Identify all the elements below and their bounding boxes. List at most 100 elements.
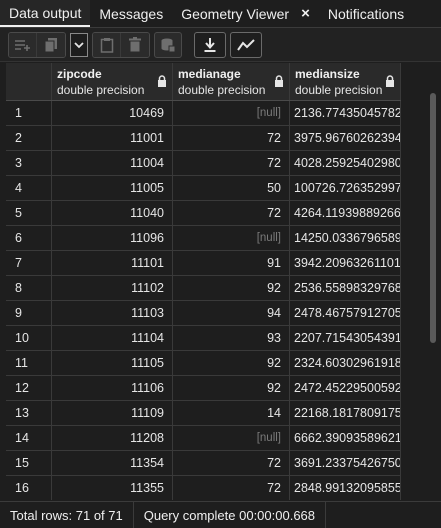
- row-number-cell[interactable]: 5: [6, 201, 52, 225]
- table-row[interactable]: 6 11096 [null] 14250.0336796589: [6, 226, 401, 251]
- mediansize-cell[interactable]: 100726.726352997: [290, 176, 401, 200]
- paste-button[interactable]: [93, 32, 121, 57]
- table-row[interactable]: 7 11101 91 3942.20963261101: [6, 251, 401, 276]
- row-number-cell[interactable]: 11: [6, 351, 52, 375]
- medianage-cell[interactable]: [null]: [173, 101, 290, 125]
- row-number-cell[interactable]: 7: [6, 251, 52, 275]
- zipcode-cell[interactable]: 11208: [52, 426, 173, 450]
- medianage-cell[interactable]: 94: [173, 301, 290, 325]
- medianage-cell[interactable]: 14: [173, 401, 290, 425]
- mediansize-cell-value: 2207.71543054391: [294, 331, 401, 345]
- row-number-cell[interactable]: 2: [6, 126, 52, 150]
- row-number-cell[interactable]: 15: [6, 451, 52, 475]
- medianage-cell[interactable]: 72: [173, 151, 290, 175]
- row-number-cell[interactable]: 12: [6, 376, 52, 400]
- column-header-medianage[interactable]: medianage double precision: [173, 63, 290, 100]
- mediansize-cell[interactable]: 14250.0336796589: [290, 226, 401, 250]
- zipcode-cell[interactable]: 11096: [52, 226, 173, 250]
- column-header-mediansize[interactable]: mediansize double precision: [290, 63, 401, 100]
- mediansize-cell[interactable]: 2472.45229500592: [290, 376, 401, 400]
- mediansize-cell[interactable]: 3691.23375426750: [290, 451, 401, 475]
- table-row[interactable]: 2 11001 72 3975.96760262394: [6, 126, 401, 151]
- zipcode-cell[interactable]: 11040: [52, 201, 173, 225]
- medianage-cell[interactable]: 92: [173, 276, 290, 300]
- row-number-cell[interactable]: 10: [6, 326, 52, 350]
- vertical-scrollbar[interactable]: [430, 63, 436, 500]
- row-number-cell[interactable]: 14: [6, 426, 52, 450]
- column-header-zipcode[interactable]: zipcode double precision: [52, 63, 173, 100]
- table-row[interactable]: 1 10469 [null] 2136.77435045782: [6, 101, 401, 126]
- zipcode-cell[interactable]: 11106: [52, 376, 173, 400]
- medianage-cell[interactable]: 72: [173, 126, 290, 150]
- row-number-cell[interactable]: 6: [6, 226, 52, 250]
- mediansize-cell[interactable]: 2478.46757912705: [290, 301, 401, 325]
- tab-data-output[interactable]: Data output: [0, 0, 91, 27]
- mediansize-cell[interactable]: 2136.77435045782: [290, 101, 401, 125]
- zipcode-cell[interactable]: 11005: [52, 176, 173, 200]
- table-row[interactable]: 10 11104 93 2207.71543054391: [6, 326, 401, 351]
- mediansize-cell[interactable]: 2536.55898329768: [290, 276, 401, 300]
- row-number-cell[interactable]: 13: [6, 401, 52, 425]
- row-number-cell[interactable]: 1: [6, 101, 52, 125]
- row-number-cell[interactable]: 16: [6, 476, 52, 500]
- zipcode-cell[interactable]: 11355: [52, 476, 173, 500]
- medianage-cell[interactable]: 92: [173, 376, 290, 400]
- delete-button[interactable]: [121, 32, 149, 57]
- mediansize-cell[interactable]: 4264.11939889266: [290, 201, 401, 225]
- table-row[interactable]: 16 11355 72 2848.99132095855: [6, 476, 401, 500]
- tab-geometry-viewer[interactable]: Geometry Viewer ×: [172, 0, 319, 27]
- table-row[interactable]: 9 11103 94 2478.46757912705: [6, 301, 401, 326]
- row-number-cell[interactable]: 8: [6, 276, 52, 300]
- table-row[interactable]: 5 11040 72 4264.11939889266: [6, 201, 401, 226]
- row-number-cell[interactable]: 4: [6, 176, 52, 200]
- mediansize-cell[interactable]: 4028.25925402980: [290, 151, 401, 175]
- mediansize-cell[interactable]: 3975.96760262394: [290, 126, 401, 150]
- table-row[interactable]: 13 11109 14 22168.1817809175: [6, 401, 401, 426]
- medianage-cell[interactable]: 91: [173, 251, 290, 275]
- zipcode-cell[interactable]: 11104: [52, 326, 173, 350]
- medianage-cell[interactable]: 93: [173, 326, 290, 350]
- mediansize-cell[interactable]: 6662.39093589621: [290, 426, 401, 450]
- table-row[interactable]: 3 11004 72 4028.25925402980: [6, 151, 401, 176]
- zipcode-cell[interactable]: 11001: [52, 126, 173, 150]
- table-row[interactable]: 12 11106 92 2472.45229500592: [6, 376, 401, 401]
- mediansize-cell[interactable]: 3942.20963261101: [290, 251, 401, 275]
- tab-notifications[interactable]: Notifications: [319, 0, 413, 27]
- add-row-button[interactable]: [9, 32, 37, 57]
- medianage-cell[interactable]: 92: [173, 351, 290, 375]
- zipcode-cell[interactable]: 11004: [52, 151, 173, 175]
- row-number-cell[interactable]: 9: [6, 301, 52, 325]
- zipcode-cell[interactable]: 11105: [52, 351, 173, 375]
- mediansize-cell[interactable]: 2207.71543054391: [290, 326, 401, 350]
- save-data-button[interactable]: [154, 31, 182, 58]
- medianage-cell[interactable]: 72: [173, 201, 290, 225]
- medianage-cell[interactable]: [null]: [173, 426, 290, 450]
- copy-options-dropdown[interactable]: [70, 32, 88, 57]
- zipcode-cell[interactable]: 10469: [52, 101, 173, 125]
- medianage-cell[interactable]: 50: [173, 176, 290, 200]
- table-row[interactable]: 4 11005 50 100726.726352997: [6, 176, 401, 201]
- tab-messages[interactable]: Messages: [90, 0, 172, 27]
- mediansize-cell[interactable]: 2848.99132095855: [290, 476, 401, 500]
- zipcode-cell[interactable]: 11103: [52, 301, 173, 325]
- zipcode-cell[interactable]: 11354: [52, 451, 173, 475]
- table-row[interactable]: 15 11354 72 3691.23375426750: [6, 451, 401, 476]
- row-number-cell[interactable]: 3: [6, 151, 52, 175]
- medianage-cell[interactable]: 72: [173, 476, 290, 500]
- zipcode-cell[interactable]: 11109: [52, 401, 173, 425]
- table-row[interactable]: 8 11102 92 2536.55898329768: [6, 276, 401, 301]
- table-row[interactable]: 14 11208 [null] 6662.39093589621: [6, 426, 401, 451]
- row-number-header[interactable]: [6, 63, 52, 100]
- scrollbar-thumb[interactable]: [430, 93, 436, 343]
- zipcode-cell[interactable]: 11102: [52, 276, 173, 300]
- mediansize-cell[interactable]: 2324.60302961918: [290, 351, 401, 375]
- close-icon[interactable]: ×: [301, 5, 310, 22]
- copy-button[interactable]: [37, 32, 65, 57]
- table-row[interactable]: 11 11105 92 2324.60302961918: [6, 351, 401, 376]
- download-button[interactable]: [194, 31, 226, 58]
- zipcode-cell[interactable]: 11101: [52, 251, 173, 275]
- medianage-cell[interactable]: [null]: [173, 226, 290, 250]
- mediansize-cell[interactable]: 22168.1817809175: [290, 401, 401, 425]
- graph-visualiser-button[interactable]: [230, 31, 262, 58]
- medianage-cell[interactable]: 72: [173, 451, 290, 475]
